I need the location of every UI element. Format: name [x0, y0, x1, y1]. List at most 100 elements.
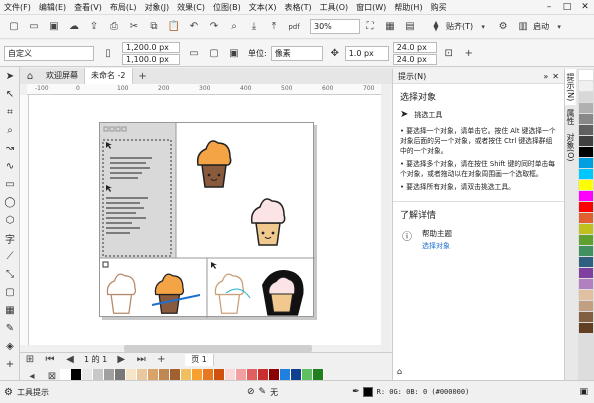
docker-collapse-icon[interactable]: » [543, 72, 548, 81]
menu-tools[interactable]: 工具(O) [316, 0, 353, 15]
color-swatch[interactable] [579, 103, 593, 113]
color-swatch[interactable] [579, 158, 593, 168]
nudge-distance-input[interactable]: 1.0 px [344, 45, 389, 61]
color-swatch[interactable] [148, 369, 159, 380]
add-page-icon[interactable]: + [153, 352, 169, 368]
color-swatch[interactable] [579, 81, 593, 91]
color-swatch[interactable] [214, 369, 225, 380]
page-options-icon[interactable]: ⊞ [22, 352, 38, 368]
menu-table[interactable]: 表格(T) [280, 0, 315, 15]
artistic-media-icon[interactable]: ∿ [0, 157, 20, 175]
import-icon[interactable]: ⤓ [246, 19, 262, 35]
redo-icon[interactable]: ↷ [206, 19, 222, 35]
page-width-input[interactable]: 1,200.0 px [122, 41, 180, 53]
pick-tool-icon[interactable]: ➤ [0, 67, 20, 85]
portrait-icon[interactable]: ▯ [100, 45, 116, 61]
connector-tool-icon[interactable]: ⤡ [0, 265, 20, 283]
menu-effects[interactable]: 效果(C) [173, 0, 209, 15]
color-swatch[interactable] [579, 323, 593, 333]
color-swatch[interactable] [579, 136, 593, 146]
color-swatch[interactable] [291, 369, 302, 380]
home-icon[interactable]: ⌂ [22, 68, 38, 84]
launch-dropdown[interactable]: ▥ 启动 ▾ [513, 19, 569, 35]
outline-pen-icon[interactable]: ✎ [259, 387, 267, 397]
crop-tool-icon[interactable]: ⌗ [0, 103, 20, 121]
menu-view[interactable]: 查看(V) [70, 0, 106, 15]
all-pages-icon[interactable]: ▢ [206, 45, 222, 61]
current-page-icon[interactable]: ▣ [226, 45, 242, 61]
color-swatch[interactable] [170, 369, 181, 380]
page-preset-select[interactable]: 自定义 [4, 45, 94, 61]
shape-tool-icon[interactable]: ↖ [0, 85, 20, 103]
vertical-scrollbar[interactable] [381, 84, 390, 352]
menu-window[interactable]: 窗口(W) [352, 0, 390, 15]
color-swatch[interactable] [236, 369, 247, 380]
next-page-icon[interactable]: ▶ [113, 352, 129, 368]
color-swatch[interactable] [82, 369, 93, 380]
fill-none-icon[interactable]: ⊘ [247, 387, 255, 397]
color-swatch[interactable] [60, 369, 71, 380]
drawing-page[interactable] [99, 122, 315, 318]
cloud-icon[interactable]: ☁ [66, 19, 82, 35]
color-swatch[interactable] [579, 235, 593, 245]
save-icon[interactable]: ▣ [46, 19, 62, 35]
maximize-icon[interactable]: □ [558, 0, 576, 15]
color-swatch[interactable] [258, 369, 269, 380]
color-swatch[interactable] [579, 224, 593, 234]
options-gear-icon[interactable]: ⚙ [495, 19, 511, 35]
parallel-dimension-icon[interactable]: ⟋ [0, 247, 20, 265]
menu-layout[interactable]: 布局(L) [106, 0, 141, 15]
color-swatch[interactable] [579, 301, 593, 311]
snap-to-dropdown[interactable]: ⧫ 贴齐(T) ▾ [426, 19, 493, 35]
rectangle-tool-icon[interactable]: ▭ [0, 175, 20, 193]
color-swatch[interactable] [181, 369, 192, 380]
undo-icon[interactable]: ↶ [186, 19, 202, 35]
zoom-tool-icon[interactable]: ⌕ [0, 121, 20, 139]
page-tab[interactable]: 页 1 [185, 353, 214, 366]
color-swatch[interactable] [159, 369, 170, 380]
color-swatch[interactable] [225, 369, 236, 380]
duplicate-x-input[interactable]: 24.0 px [392, 41, 437, 53]
eyedropper-icon[interactable]: ✎ [0, 319, 20, 337]
color-swatch[interactable] [579, 92, 593, 102]
first-page-icon[interactable]: ⏮ [42, 352, 58, 368]
cloud-upload-icon[interactable]: ⇪ [86, 19, 102, 35]
minimize-icon[interactable]: – [540, 0, 558, 15]
color-swatch[interactable] [203, 369, 214, 380]
prev-page-icon[interactable]: ◀ [62, 352, 78, 368]
color-swatch[interactable] [579, 191, 593, 201]
cut-icon[interactable]: ✂ [126, 19, 142, 35]
menu-edit[interactable]: 编辑(E) [35, 0, 70, 15]
bleed-icon[interactable]: ⊡ [441, 45, 457, 61]
text-tool-icon[interactable]: 字 [0, 229, 20, 247]
last-page-icon[interactable]: ⏭ [133, 352, 149, 368]
full-screen-icon[interactable]: ⛶ [362, 19, 378, 35]
color-swatch[interactable] [579, 70, 593, 80]
color-settings-icon[interactable]: ▣ [579, 387, 588, 397]
color-swatch[interactable] [579, 202, 593, 212]
wireframe-icon[interactable]: ▦ [382, 19, 398, 35]
zoom-level-select[interactable]: 30% [310, 19, 360, 34]
side-tab-properties[interactable]: 属性 [565, 105, 576, 129]
ellipse-tool-icon[interactable]: ◯ [0, 193, 20, 211]
copy-icon[interactable]: ⧉ [146, 19, 162, 35]
menu-buy[interactable]: 购买 [427, 0, 451, 15]
color-swatch[interactable] [579, 114, 593, 124]
freehand-tool-icon[interactable]: ↝ [0, 139, 20, 157]
side-tab-hints[interactable]: 提示(N) [565, 69, 576, 106]
docker-home-icon[interactable]: ⌂ [397, 367, 402, 376]
color-swatch[interactable] [579, 125, 593, 135]
color-swatch[interactable] [115, 369, 126, 380]
color-swatch[interactable] [280, 369, 291, 380]
color-swatch[interactable] [579, 180, 593, 190]
add-icon[interactable]: + [461, 45, 477, 61]
landscape-icon[interactable]: ▭ [186, 45, 202, 61]
help-topic-link[interactable]: 选择对象 [422, 241, 452, 251]
export-icon[interactable]: ⤒ [266, 19, 282, 35]
color-swatch[interactable] [579, 246, 593, 256]
print-icon[interactable]: ⎙ [106, 19, 122, 35]
menu-bitmaps[interactable]: 位图(B) [209, 0, 245, 15]
color-swatch[interactable] [579, 279, 593, 289]
add-tool-icon[interactable]: + [0, 355, 20, 373]
new-tab-icon[interactable]: + [135, 68, 151, 84]
